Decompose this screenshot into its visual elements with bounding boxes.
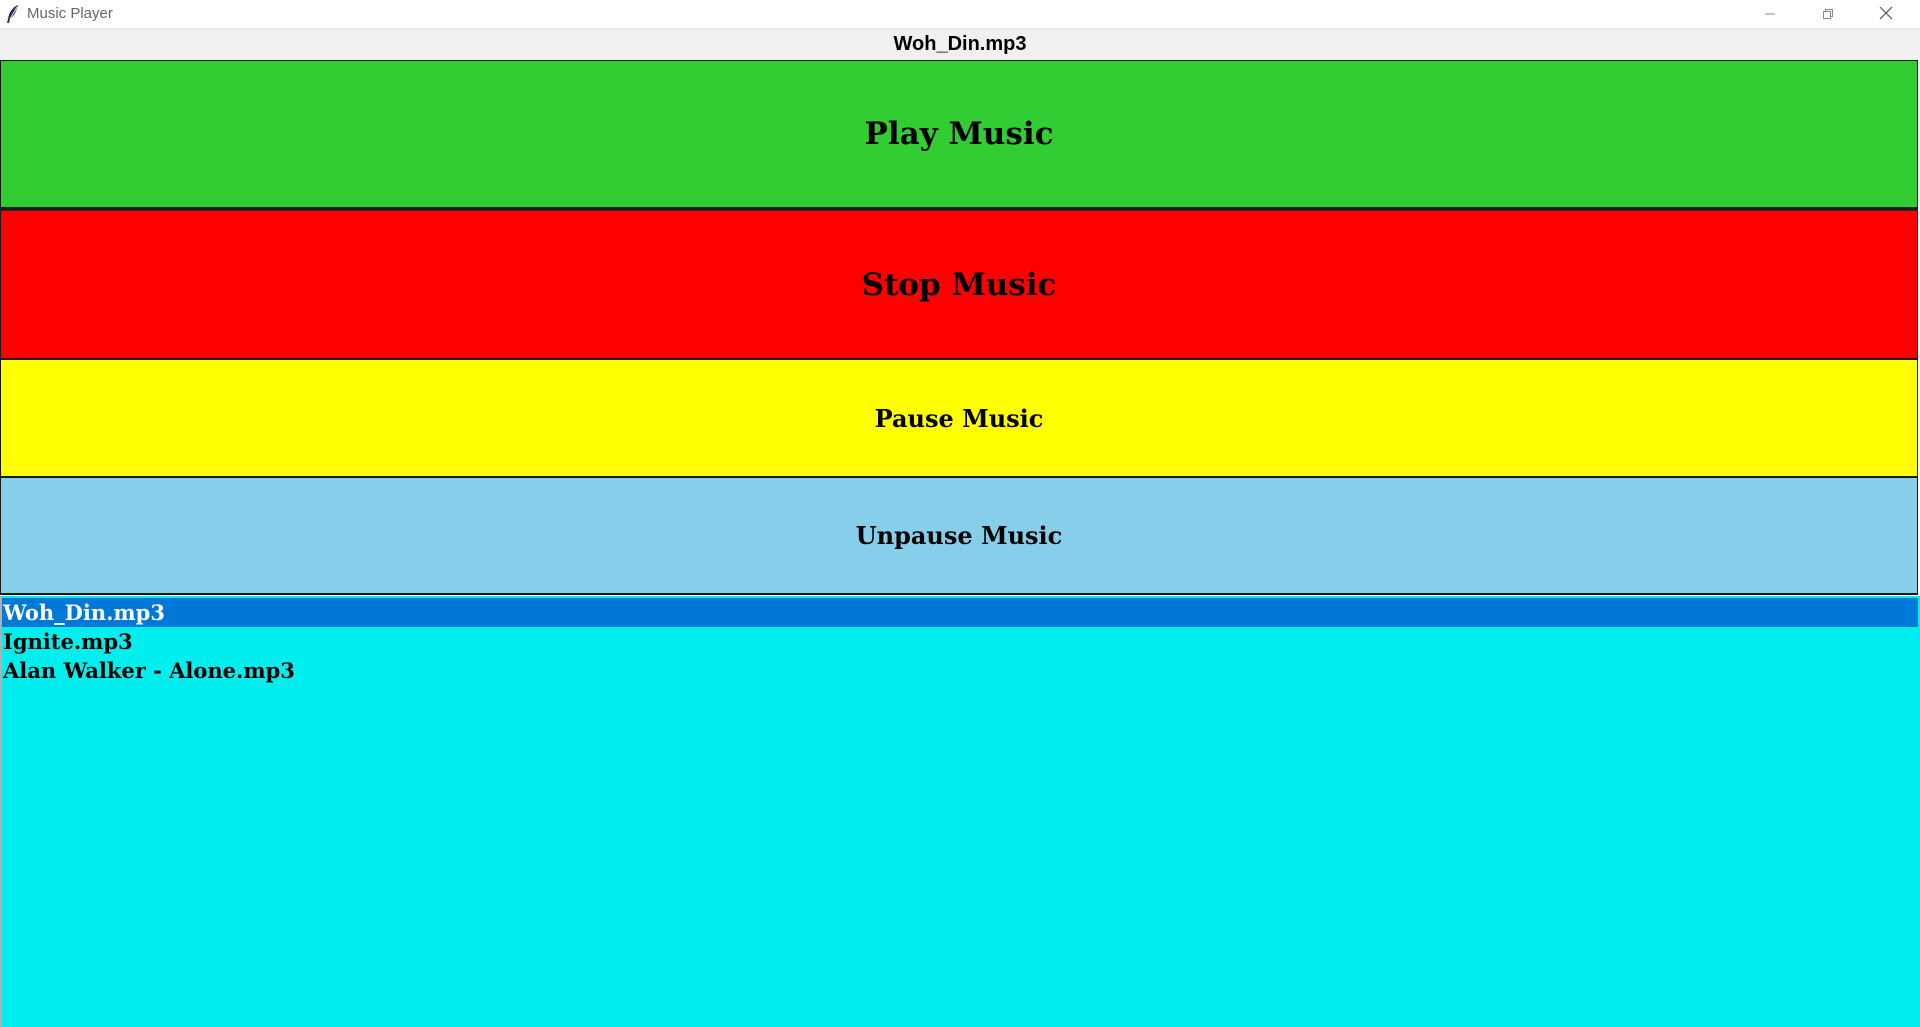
stop-music-button[interactable]: Stop Music bbox=[0, 210, 1918, 360]
minimize-button[interactable] bbox=[1741, 0, 1799, 29]
playlist-item[interactable]: Alan Walker - Alone.mp3 bbox=[2, 656, 1918, 685]
close-icon bbox=[1879, 5, 1893, 24]
play-music-button[interactable]: Play Music bbox=[0, 60, 1918, 210]
feather-icon bbox=[4, 4, 22, 24]
playlist-item[interactable]: Ignite.mp3 bbox=[2, 627, 1918, 656]
close-button[interactable] bbox=[1857, 0, 1915, 29]
restore-icon bbox=[1822, 5, 1834, 24]
music-player-window: Music Player Woh_Din.mp3 Play Music Stop… bbox=[0, 0, 1920, 1027]
playlist-item[interactable]: Woh_Din.mp3 bbox=[2, 598, 1918, 627]
playlist-listbox[interactable]: Woh_Din.mp3 Ignite.mp3 Alan Walker - Alo… bbox=[0, 596, 1920, 1027]
title-bar[interactable]: Music Player bbox=[0, 0, 1920, 29]
minimize-icon bbox=[1764, 5, 1776, 24]
pause-music-button[interactable]: Pause Music bbox=[0, 359, 1918, 477]
restore-button[interactable] bbox=[1799, 0, 1857, 29]
unpause-music-button[interactable]: Unpause Music bbox=[0, 477, 1918, 595]
window-title: Music Player bbox=[27, 5, 113, 22]
now-playing-label: Woh_Din.mp3 bbox=[0, 29, 1920, 60]
